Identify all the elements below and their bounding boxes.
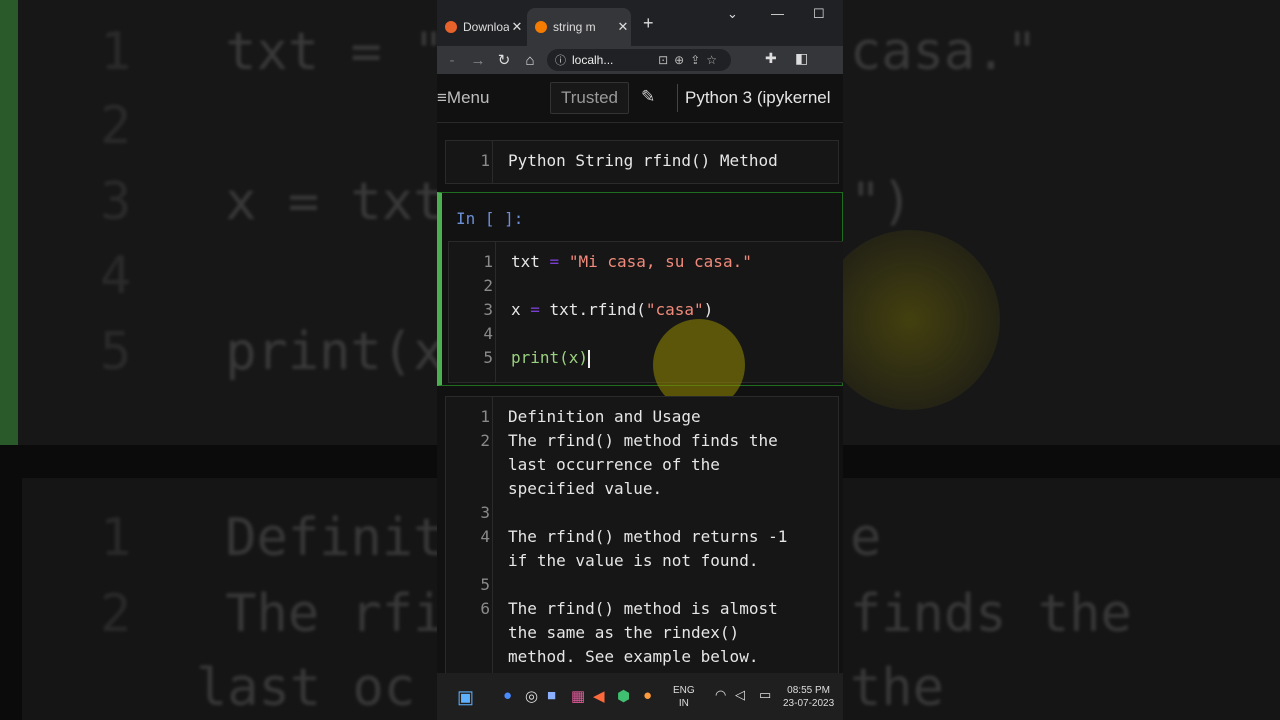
side-panel-icon[interactable]: ◧ (795, 50, 808, 67)
code-line: print(x) (511, 348, 591, 368)
meet-icon[interactable]: ■ (547, 687, 556, 704)
code-editor[interactable]: 1 txt = "Mi casa, su casa." 2 3 x = txt.… (448, 241, 843, 383)
markdown-line: Definition and Usage (508, 407, 701, 426)
bg-md-line: last oc (196, 658, 416, 718)
reload-icon[interactable]: ↻ (491, 51, 517, 69)
markdown-line: The rfind() method is almost (508, 599, 778, 618)
security-icon[interactable]: ⬢ (617, 687, 630, 705)
forward-icon[interactable]: → (465, 52, 491, 69)
address-bar-row: - → ↻ ⌂ ⓘ localh... ⊡⊕⇪☆ ✚ ◧ (437, 46, 843, 113)
bg-line-tail: casa." (850, 22, 1038, 82)
code-line: txt = "Mi casa, su casa." (511, 252, 752, 271)
bg-md-tail: the (850, 658, 944, 718)
kernel-indicator[interactable]: Python 3 (ipykernel (685, 88, 831, 108)
url-text: localh... (572, 53, 614, 67)
bg-md-line: 2 The rfi (100, 584, 445, 644)
back-icon[interactable]: - (439, 52, 465, 69)
omnibox-actions-icon[interactable]: ⊡⊕⇪☆ (658, 53, 731, 67)
bg-line: 5 print(x (100, 322, 445, 382)
line-number: 1 (483, 252, 493, 271)
tab-string-methods[interactable]: string m ✕ (527, 8, 631, 46)
notebook-area: 1 Python String rfind() Method In [ ]: 1… (437, 123, 843, 688)
bg-md-line: 1 Definit (100, 508, 445, 568)
line-number: 4 (483, 324, 493, 343)
text-cursor (588, 349, 591, 368)
tab-title: string m (553, 20, 596, 34)
site-info-icon[interactable]: ⓘ (555, 52, 566, 68)
microphone-icon[interactable]: ● (643, 687, 652, 704)
tab-search-icon[interactable]: ⌄ (727, 6, 738, 22)
bg-md-tail: finds the (850, 584, 1132, 644)
volume-icon[interactable]: ◁ (735, 687, 745, 703)
tab-downloads[interactable]: Downloa ✕ (437, 8, 525, 46)
line-number: 3 (480, 503, 490, 522)
markdown-cell-description[interactable]: 1 Definition and Usage 2 The rfind() met… (445, 396, 839, 688)
jupyter-favicon-icon (535, 21, 547, 33)
line-number: 3 (483, 300, 493, 319)
media-icon[interactable]: ◀ (593, 687, 605, 705)
close-tab-icon[interactable]: ✕ (509, 19, 525, 35)
line-number: 6 (480, 599, 490, 618)
bg-line: 4 (100, 246, 132, 306)
bg-active-cell-bar (0, 0, 18, 445)
markdown-line: method. See example below. (508, 647, 759, 666)
markdown-line: last occurrence of the (508, 455, 720, 474)
battery-icon[interactable]: ▭ (759, 687, 771, 703)
line-gutter (492, 397, 493, 687)
maximize-icon[interactable]: ☐ (813, 6, 825, 22)
tab-title: Downloa (463, 20, 509, 34)
windows-taskbar: ▣ ● ◎ ■ ▦ ◀ ⬢ ● ENG IN ◠ ◁ ▭ 08:55 PM 23-0… (437, 673, 843, 720)
close-tab-icon[interactable]: ✕ (615, 19, 631, 35)
divider (677, 84, 678, 112)
language-indicator[interactable]: ENG IN (673, 684, 695, 710)
code-cell[interactable]: In [ ]: 1 txt = "Mi casa, su casa." 2 3 … (437, 192, 843, 386)
menu-button[interactable]: ≡Menu (437, 88, 489, 108)
line-number: 2 (480, 431, 490, 450)
line-number: 4 (480, 527, 490, 546)
task-view-icon[interactable]: ▣ (457, 687, 474, 708)
recorder-icon[interactable]: ▦ (571, 687, 585, 705)
line-gutter (492, 141, 493, 183)
extensions-icon[interactable]: ✚ (765, 50, 777, 67)
bg-cursor-glow (820, 230, 1000, 410)
markdown-line: the same as the rindex() (508, 623, 740, 642)
clock[interactable]: 08:55 PM 23-07-2023 (783, 684, 834, 710)
markdown-cell-title[interactable]: 1 Python String rfind() Method (445, 140, 839, 184)
trusted-indicator[interactable]: Trusted (550, 82, 630, 114)
markdown-line: if the value is not found. (508, 551, 759, 570)
bg-line: 1 txt = "M (100, 22, 476, 82)
markdown-line: specified value. (508, 479, 663, 498)
line-number: 1 (480, 407, 490, 426)
hamburger-icon: ≡ (437, 88, 447, 107)
input-prompt: In [ ]: (456, 209, 524, 228)
bg-line-tail: ") (850, 172, 913, 232)
line-number: 5 (480, 575, 490, 594)
bg-line: 2 (100, 96, 132, 156)
new-tab-icon[interactable]: + (643, 13, 654, 34)
url-field[interactable]: ⓘ localh... ⊡⊕⇪☆ (547, 49, 731, 71)
line-number: 2 (483, 276, 493, 295)
bg-md-tail: e (850, 508, 882, 568)
app-icon[interactable]: ● (503, 687, 512, 704)
markdown-text: Python String rfind() Method (508, 151, 778, 170)
notebook-toolbar: ≡Menu Trusted ✎ Python 3 (ipykernel (437, 74, 843, 123)
markdown-line: The rfind() method finds the (508, 431, 778, 450)
edit-pencil-icon[interactable]: ✎ (641, 87, 655, 107)
wifi-icon[interactable]: ◠ (715, 687, 726, 703)
minimize-icon[interactable]: — (771, 6, 784, 21)
code-line: x = txt.rfind("casa") (511, 300, 714, 319)
chrome-icon[interactable]: ◎ (525, 687, 538, 705)
browser-window: Downloa ✕ string m ✕ + ⌄ — ☐ - → ↻ ⌂ ⓘ l… (437, 0, 843, 720)
markdown-line: The rfind() method returns -1 (508, 527, 788, 546)
line-number: 5 (483, 348, 493, 367)
line-number: 1 (480, 151, 490, 170)
downloads-favicon-icon (445, 21, 457, 33)
bg-line: 3 x = txt (100, 172, 445, 232)
home-icon[interactable]: ⌂ (517, 52, 543, 69)
tab-bar: Downloa ✕ string m ✕ + ⌄ — ☐ (437, 0, 843, 46)
line-gutter (495, 242, 496, 382)
